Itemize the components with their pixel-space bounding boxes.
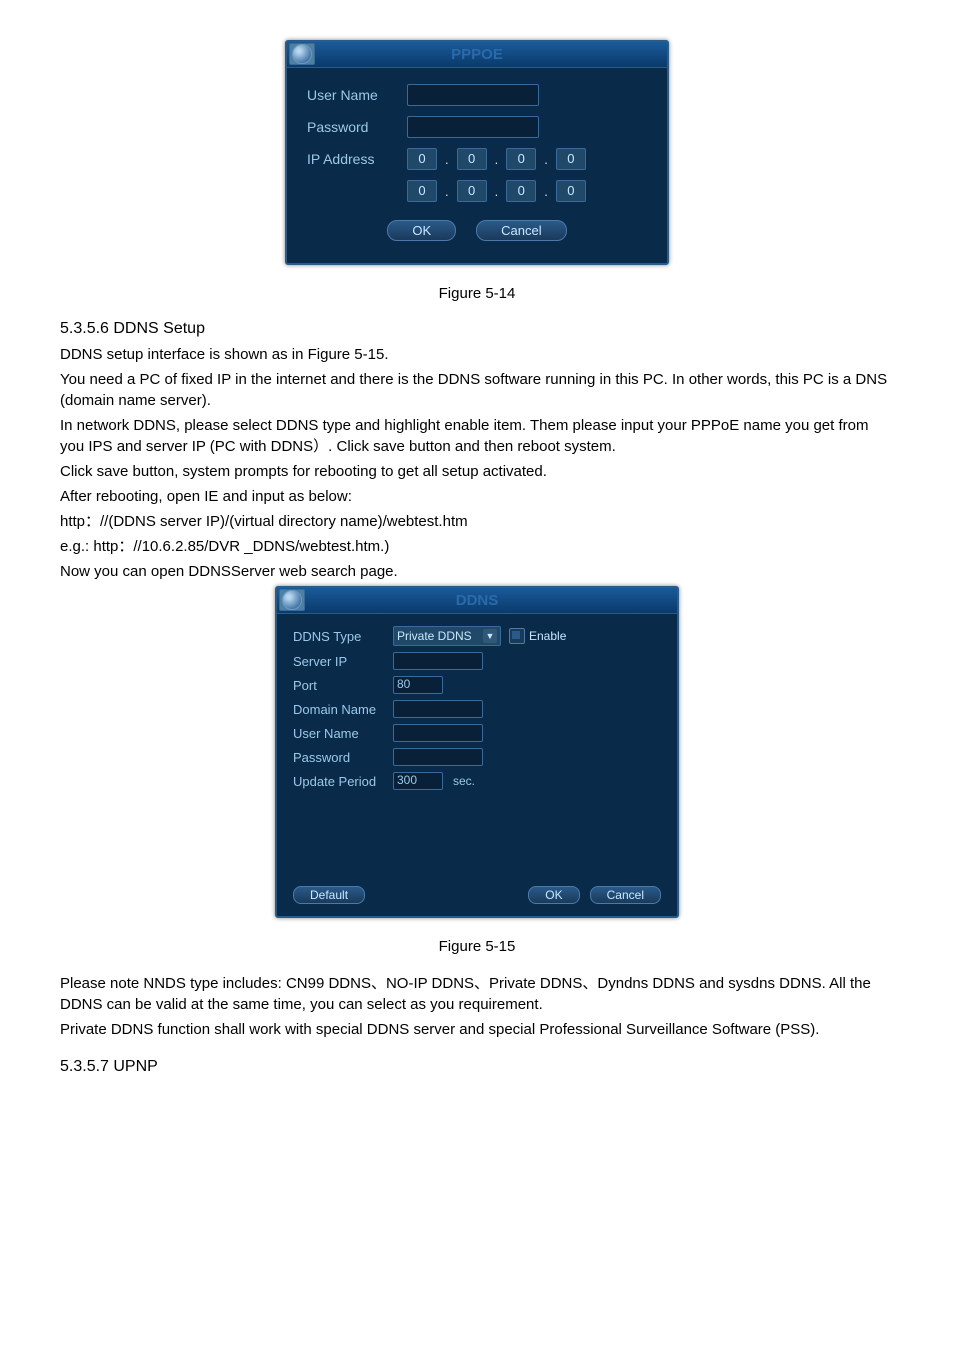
ddns-type-dropdown[interactable]: Private DDNS ▼	[393, 626, 501, 646]
ip1-octet-0[interactable]: 0	[407, 148, 437, 170]
section-5-3-5-7-heading: 5.3.5.7 UPNP	[60, 1058, 894, 1076]
para: Please note NNDS type includes: CN99 DDN…	[60, 973, 894, 1015]
ip-row-2: 0. 0. 0. 0	[407, 180, 586, 202]
para: After rebooting, open IE and input as be…	[60, 486, 894, 507]
ip1-octet-1[interactable]: 0	[457, 148, 487, 170]
user-name-label: User Name	[307, 87, 407, 103]
domain-name-label: Domain Name	[293, 702, 393, 717]
ip-row-1: 0. 0. 0. 0	[407, 148, 586, 170]
ddns-title: DDNS	[456, 592, 499, 609]
globe-icon	[292, 44, 312, 64]
ddns-title-bar: DDNS	[277, 588, 677, 614]
para: In network DDNS, please select DDNS type…	[60, 415, 894, 457]
ip2-octet-1[interactable]: 0	[457, 180, 487, 202]
para: Click save button, system prompts for re…	[60, 461, 894, 482]
ok-button[interactable]: OK	[387, 220, 456, 241]
ip-address-label: IP Address	[307, 151, 407, 167]
ip1-octet-2[interactable]: 0	[506, 148, 536, 170]
server-ip-input[interactable]	[393, 652, 483, 670]
window-icon	[279, 589, 305, 611]
sec-label: sec.	[453, 774, 475, 788]
port-input[interactable]: 80	[393, 676, 443, 694]
para: e.g.: http：//10.6.2.85/DVR _DDNS/webtest…	[60, 536, 894, 557]
pppoe-body: User Name Password IP Address 0. 0. 0. 0…	[287, 68, 667, 263]
para: You need a PC of fixed IP in the interne…	[60, 369, 894, 411]
ddns-type-label: DDNS Type	[293, 629, 393, 644]
ip1-octet-3[interactable]: 0	[556, 148, 586, 170]
chevron-down-icon: ▼	[483, 629, 497, 643]
para: Private DDNS function shall work with sp…	[60, 1019, 894, 1040]
user-name-input[interactable]	[407, 84, 539, 106]
cancel-button[interactable]: Cancel	[590, 886, 661, 904]
update-period-label: Update Period	[293, 774, 393, 789]
enable-checkbox[interactable]	[509, 628, 525, 644]
ddns-type-value: Private DDNS	[397, 629, 472, 643]
password-input[interactable]	[393, 748, 483, 766]
default-button[interactable]: Default	[293, 886, 365, 904]
ip2-octet-3[interactable]: 0	[556, 180, 586, 202]
password-label: Password	[307, 119, 407, 135]
domain-name-input[interactable]	[393, 700, 483, 718]
pppoe-dialog: PPPOE User Name Password IP Address 0. 0…	[285, 40, 669, 265]
para: http：//(DDNS server IP)/(virtual directo…	[60, 511, 894, 532]
ok-button[interactable]: OK	[528, 886, 579, 904]
password-label: Password	[293, 750, 393, 765]
globe-icon	[282, 590, 302, 610]
figure-5-14-caption: Figure 5-14	[60, 285, 894, 302]
ip2-octet-0[interactable]: 0	[407, 180, 437, 202]
window-icon	[289, 43, 315, 65]
ddns-dialog: DDNS DDNS Type Private DDNS ▼ Enable Ser…	[275, 586, 679, 918]
update-period-input[interactable]: 300	[393, 772, 443, 790]
ip2-octet-2[interactable]: 0	[506, 180, 536, 202]
ddns-body: DDNS Type Private DDNS ▼ Enable Server I…	[277, 614, 677, 916]
cancel-button[interactable]: Cancel	[476, 220, 566, 241]
password-input[interactable]	[407, 116, 539, 138]
section-5-3-5-6-heading: 5.3.5.6 DDNS Setup	[60, 320, 894, 338]
para: DDNS setup interface is shown as in Figu…	[60, 344, 894, 365]
enable-label: Enable	[529, 629, 566, 643]
port-label: Port	[293, 678, 393, 693]
para: Now you can open DDNSServer web search p…	[60, 561, 894, 582]
server-ip-label: Server IP	[293, 654, 393, 669]
pppoe-title-bar: PPPOE	[287, 42, 667, 68]
pppoe-title: PPPOE	[451, 46, 503, 63]
user-name-input[interactable]	[393, 724, 483, 742]
figure-5-15-caption: Figure 5-15	[60, 938, 894, 955]
user-name-label: User Name	[293, 726, 393, 741]
